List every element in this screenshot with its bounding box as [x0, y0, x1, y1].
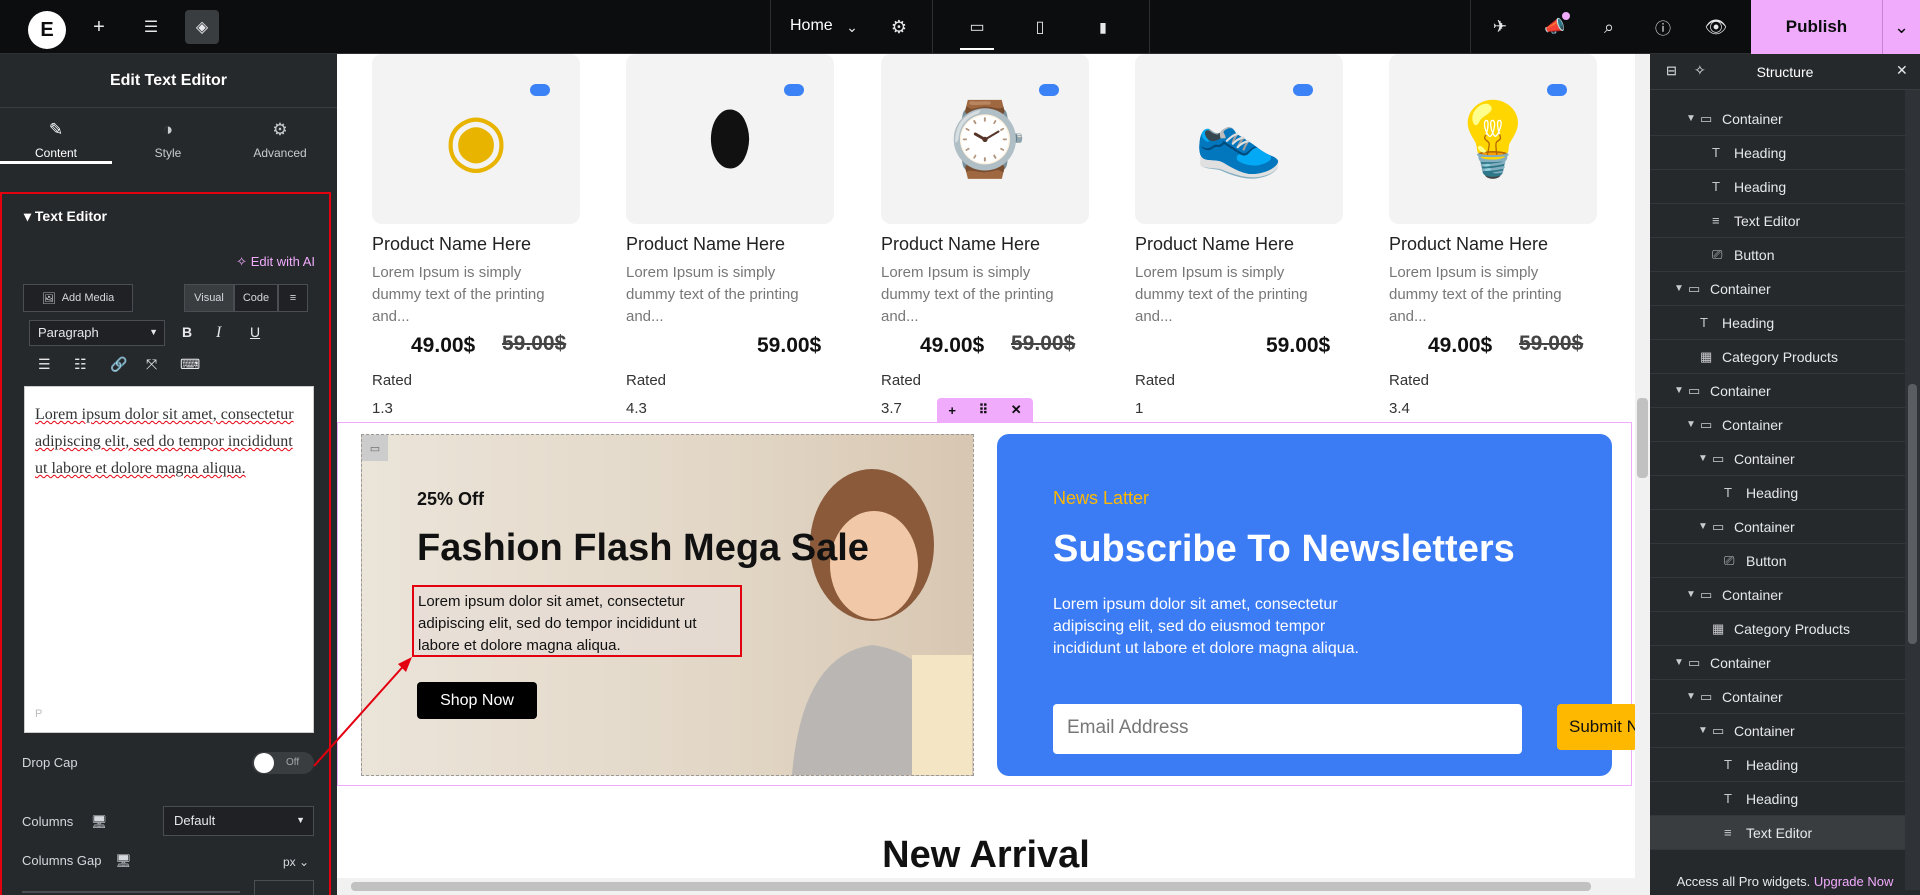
- structure-item[interactable]: T Heading: [1650, 306, 1905, 340]
- structure-item[interactable]: ≡ Text Editor: [1650, 204, 1905, 238]
- expand-caret-icon[interactable]: ▼: [1674, 385, 1688, 396]
- structure-title: Structure: [1756, 64, 1814, 80]
- structure-item-label: Button: [1734, 246, 1775, 263]
- structure-item-label: Button: [1746, 552, 1787, 569]
- container-icon: ▭: [1700, 110, 1713, 126]
- structure-item-label: Heading: [1746, 756, 1799, 773]
- expand-caret-icon[interactable]: ▼: [1674, 657, 1688, 668]
- expand-caret-icon[interactable]: ▼: [1698, 725, 1712, 736]
- upgrade-footer: Access all Pro widgets. Upgrade Now: [1650, 866, 1920, 895]
- container-icon: ▭: [1688, 382, 1701, 398]
- structure-item-label: Container: [1734, 518, 1795, 535]
- expand-caret-icon[interactable]: ▼: [1686, 113, 1700, 124]
- structure-item[interactable]: ▼ ▭ Container: [1650, 102, 1905, 136]
- structure-item[interactable]: ▼ ▭ Container: [1650, 680, 1905, 714]
- structure-item-label: Category Products: [1734, 620, 1850, 637]
- structure-item-label: Container: [1722, 688, 1783, 705]
- structure-item-label: Container: [1710, 280, 1771, 297]
- text-editor-icon: ≡: [1712, 213, 1720, 228]
- structure-item-label: Container: [1722, 416, 1783, 433]
- structure-item-label: Text Editor: [1734, 212, 1801, 229]
- expand-caret-icon[interactable]: ▼: [1674, 283, 1688, 294]
- structure-item-label: Container: [1734, 722, 1795, 739]
- container-icon: ▭: [1712, 722, 1725, 738]
- container-icon: ▭: [1700, 416, 1713, 432]
- heading-icon: T: [1712, 145, 1720, 160]
- heading-icon: T: [1700, 315, 1708, 330]
- upgrade-now-link[interactable]: Upgrade Now: [1814, 874, 1894, 889]
- expand-caret-icon[interactable]: ▼: [1698, 521, 1712, 532]
- structure-item[interactable]: ▼ ▭ Container: [1650, 578, 1905, 612]
- container-icon: ▭: [1712, 518, 1725, 534]
- button-icon: ⎚: [1724, 552, 1735, 568]
- structure-item[interactable]: T Heading: [1650, 782, 1905, 816]
- structure-item[interactable]: T Heading: [1650, 136, 1905, 170]
- structure-item-label: Heading: [1734, 144, 1787, 161]
- structure-item[interactable]: ▼ ▭ Container: [1650, 510, 1905, 544]
- heading-icon: T: [1712, 179, 1720, 194]
- expand-caret-icon[interactable]: ▼: [1698, 453, 1712, 464]
- container-icon: ▭: [1700, 688, 1713, 704]
- structure-item[interactable]: ▼ ▭ Container: [1650, 442, 1905, 476]
- structure-item-label: Category Products: [1722, 348, 1838, 365]
- heading-icon: T: [1724, 791, 1732, 806]
- structure-item[interactable]: ⎚ Button: [1650, 238, 1905, 272]
- heading-icon: T: [1724, 485, 1732, 500]
- structure-item-label: Heading: [1746, 484, 1799, 501]
- structure-item[interactable]: ▼ ▭ Container: [1650, 408, 1905, 442]
- structure-item-label: Container: [1722, 586, 1783, 603]
- structure-item[interactable]: ≡ Text Editor: [1650, 816, 1905, 850]
- container-icon: ▭: [1688, 654, 1701, 670]
- expand-caret-icon[interactable]: ▼: [1686, 691, 1700, 702]
- container-icon: ▭: [1700, 586, 1713, 602]
- structure-item-label: Container: [1710, 654, 1771, 671]
- button-icon: ⎚: [1712, 246, 1723, 262]
- structure-item[interactable]: ▼ ▭ Container: [1650, 374, 1905, 408]
- expand-caret-icon[interactable]: ▼: [1686, 419, 1700, 430]
- structure-item[interactable]: T Heading: [1650, 476, 1905, 510]
- close-icon[interactable]: ✕: [1896, 62, 1908, 79]
- expand-caret-icon[interactable]: ▼: [1686, 589, 1700, 600]
- structure-item[interactable]: T Heading: [1650, 748, 1905, 782]
- footer-text: Access all Pro widgets.: [1676, 874, 1811, 889]
- structure-item[interactable]: ▦ Category Products: [1650, 612, 1905, 646]
- structure-header: ⊟ ✧ Structure ✕: [1650, 54, 1920, 90]
- heading-icon: T: [1724, 757, 1732, 772]
- grid-icon: ▦: [1700, 348, 1713, 364]
- structure-scroll-thumb[interactable]: [1908, 384, 1917, 644]
- container-icon: ▭: [1688, 280, 1701, 296]
- annotation-arrow: [313, 657, 412, 767]
- text-editor-icon: ≡: [1724, 825, 1732, 840]
- structure-item-label: Text Editor: [1746, 824, 1813, 841]
- structure-item-label: Heading: [1722, 314, 1775, 331]
- grid-icon: ▦: [1712, 620, 1725, 636]
- structure-item[interactable]: ⎚ Button: [1650, 544, 1905, 578]
- structure-item-label: Container: [1722, 110, 1783, 127]
- container-icon: ▭: [1712, 450, 1725, 466]
- structure-item[interactable]: ▼ ▭ Container: [1650, 272, 1905, 306]
- structure-item-label: Heading: [1746, 790, 1799, 807]
- structure-item-label: Container: [1710, 382, 1771, 399]
- structure-item[interactable]: ▼ ▭ Container: [1650, 714, 1905, 748]
- structure-panel: ⊟ ✧ Structure ✕ ▼ ▭ Container T Heading T Head…: [1650, 54, 1920, 895]
- structure-item[interactable]: T Heading: [1650, 170, 1905, 204]
- structure-item-label: Heading: [1734, 178, 1787, 195]
- structure-item[interactable]: ▦ Category Products: [1650, 340, 1905, 374]
- structure-item[interactable]: ▼ ▭ Container: [1650, 646, 1905, 680]
- structure-item-label: Container: [1734, 450, 1795, 467]
